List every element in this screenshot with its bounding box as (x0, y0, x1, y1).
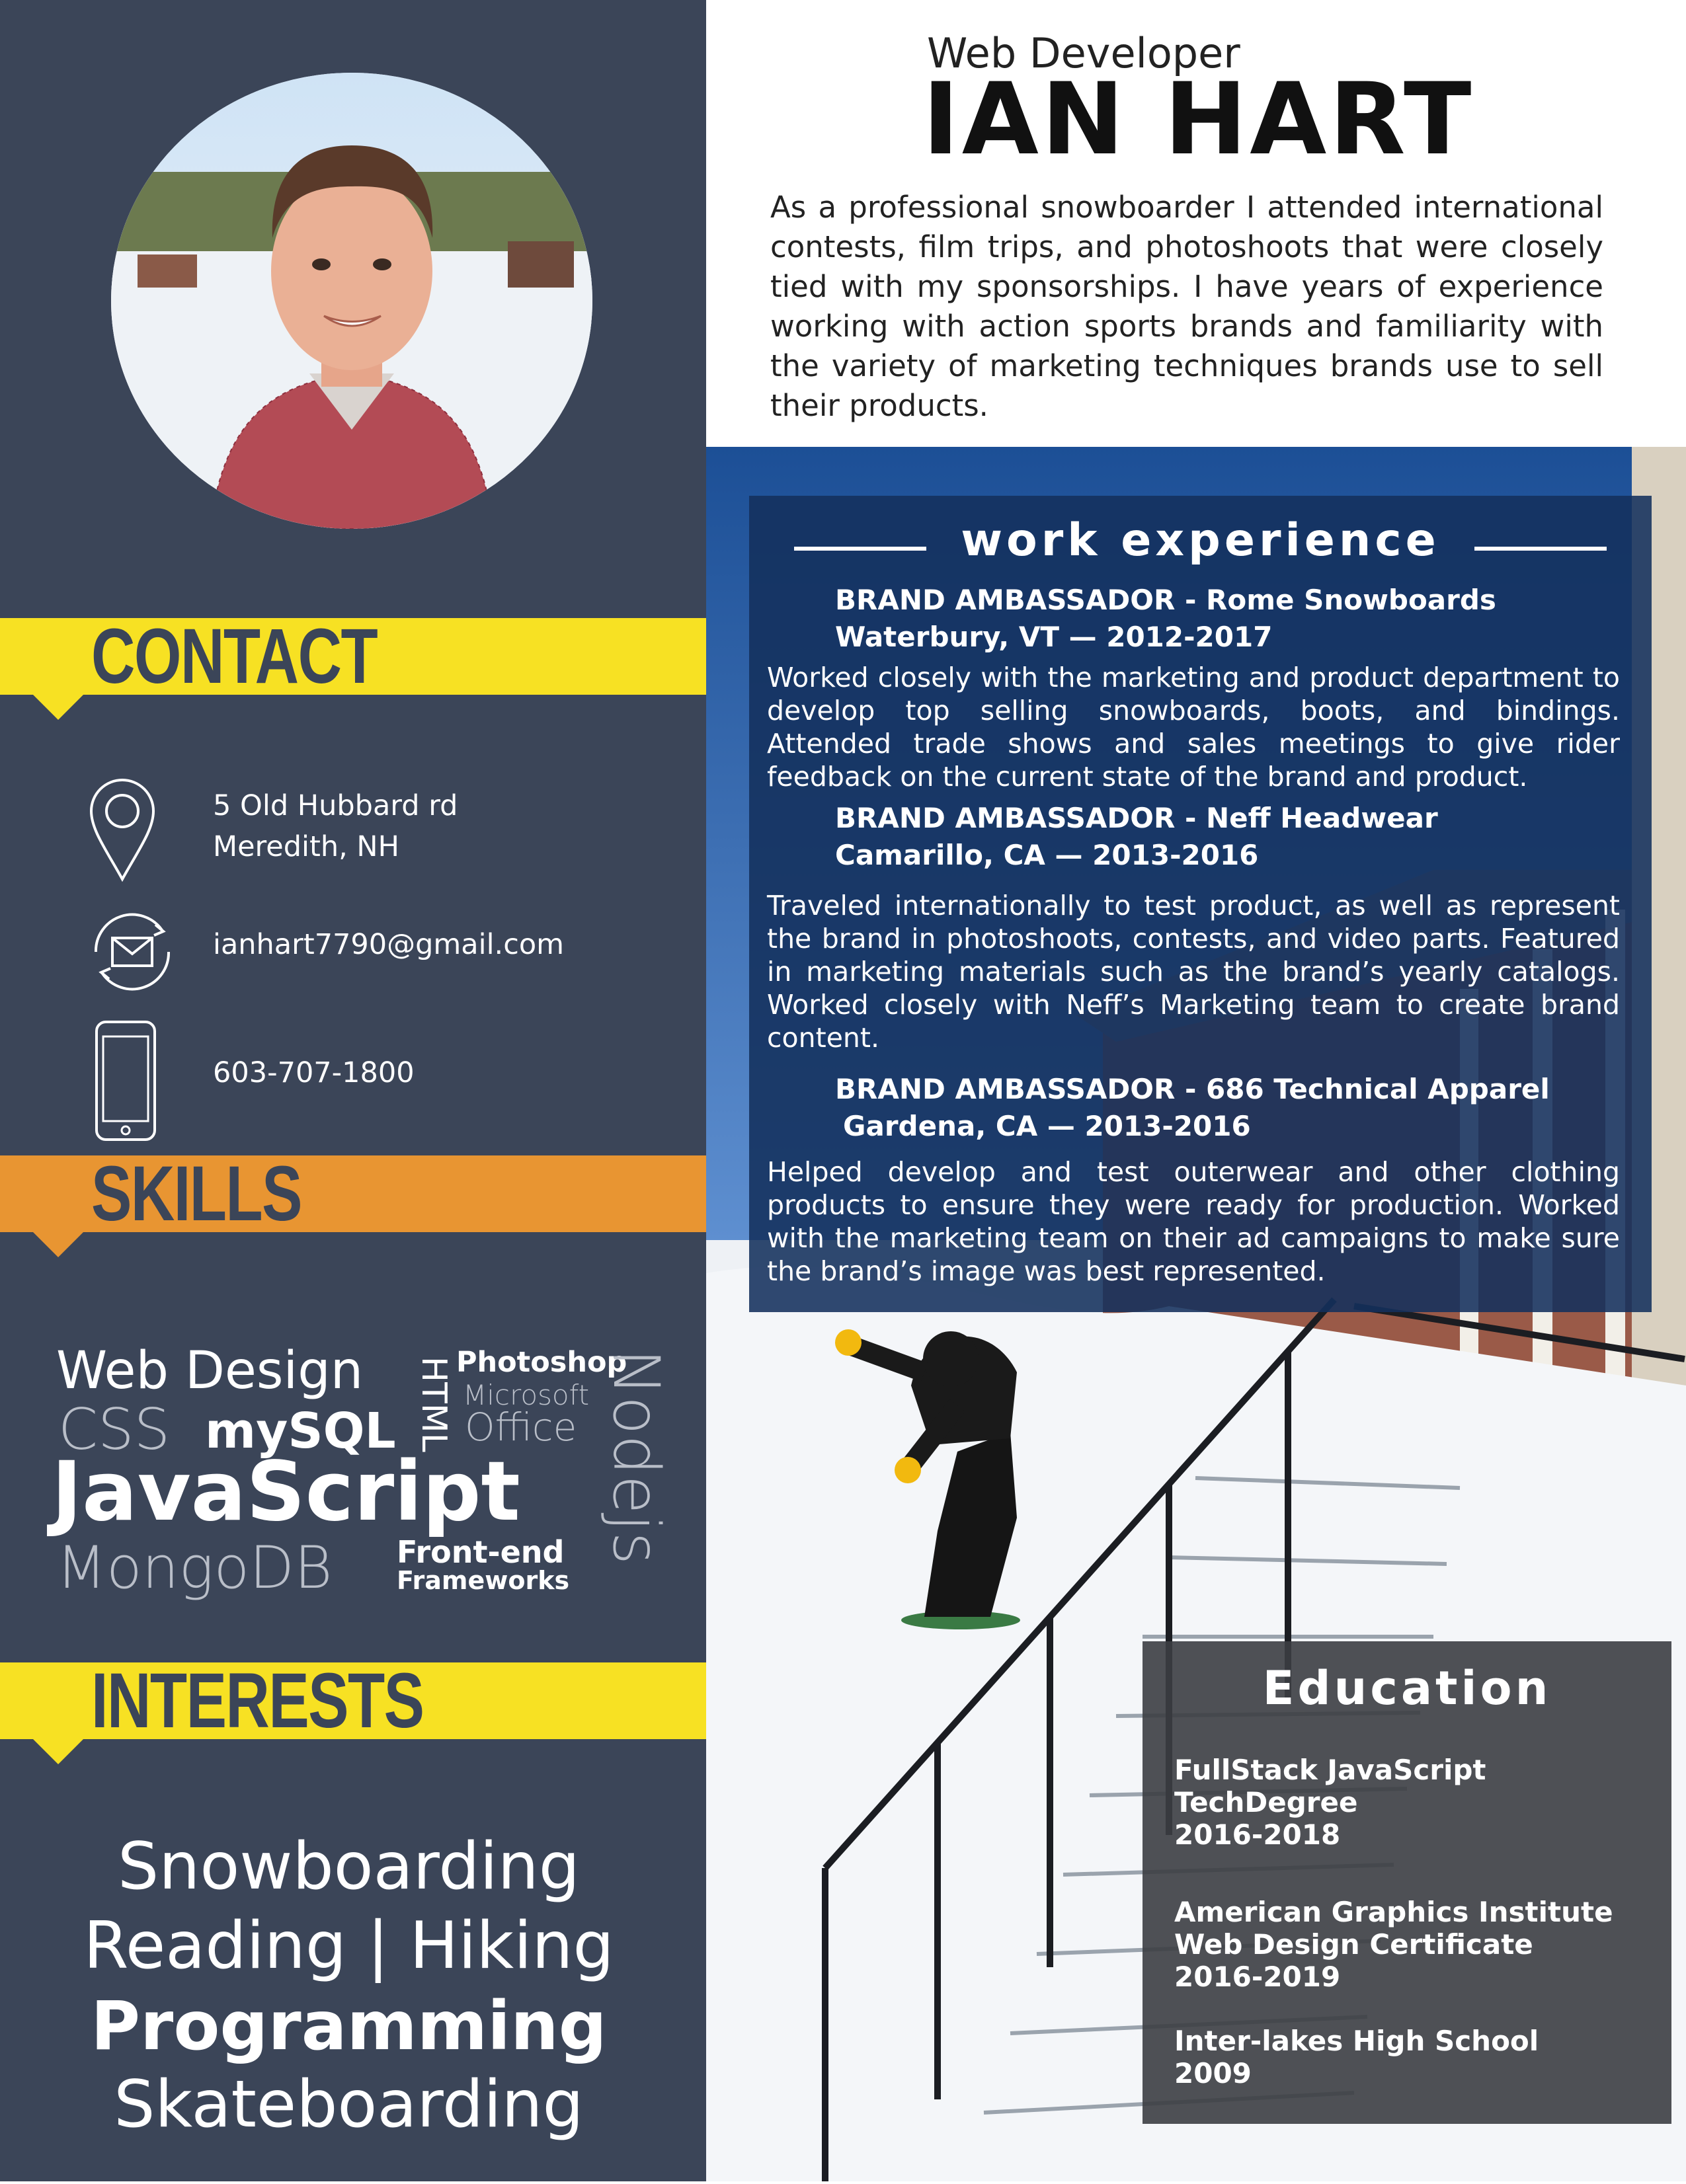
skill-office: Office (465, 1405, 577, 1450)
contact-section-banner: CONTACT (0, 613, 711, 720)
education-heading: Education (1262, 1661, 1552, 1715)
skill-mongodb: MongoDB (56, 1534, 333, 1602)
education-2-line-2: Web Design Certificate (1174, 1928, 1533, 1961)
job-1-title: BRAND AMBASSADOR - Rome Snowboards (835, 584, 1496, 616)
skill-frontend-line-1: Front-end (397, 1534, 565, 1570)
skill-web-design: Web Design (56, 1341, 364, 1401)
education-1-line-3: 2016-2018 (1174, 1818, 1341, 1851)
education-item-1: FullStack JavaScript TechDegree 2016-201… (1174, 1754, 1486, 1851)
education-item-2: American Graphics Institute Web Design C… (1174, 1896, 1613, 1993)
banner-notch (33, 1232, 83, 1257)
profile-photo (111, 73, 592, 529)
education-item-3: Inter-lakes High School 2009 (1174, 2025, 1539, 2089)
interests-section-banner: INTERESTS (0, 1657, 711, 1764)
profile-summary: As a professional snowboarder I attended… (770, 190, 1603, 423)
job-2-title: BRAND AMBASSADOR - Neff Headwear (835, 802, 1438, 834)
work-experience-box: work experience BRAND AMBASSADOR - Rome … (749, 496, 1652, 1312)
address: 5 Old Hubbard rd Meredith, NH (213, 785, 458, 867)
interest-snowboarding: Snowboarding (118, 1829, 580, 1904)
skill-nodejs-wrapper: Nodejs (598, 1348, 673, 1613)
skill-frontend-line-2: Frameworks (397, 1566, 570, 1595)
address-line-1: 5 Old Hubbard rd (213, 789, 458, 822)
skills-section-banner: SKILLS (0, 1150, 711, 1257)
education-box: Education FullStack JavaScript TechDegre… (1143, 1641, 1671, 2124)
skill-html: HTML (414, 1356, 454, 1452)
work-experience-heading: work experience (961, 514, 1440, 566)
email-link[interactable]: ianhart7790@gmail.com (213, 924, 564, 965)
job-2-location: Camarillo, CA — 2013-2016 (835, 839, 1259, 871)
job-2-description: Traveled internationally to test product… (767, 890, 1620, 1054)
phone-link[interactable]: 603-707-1800 (213, 1052, 415, 1093)
interests-heading: INTERESTS (91, 1657, 424, 1744)
heading-dash-right (1474, 547, 1607, 551)
education-3-line-2: 2009 (1174, 2057, 1252, 2089)
job-1-description: Worked closely with the marketing and pr… (767, 662, 1620, 793)
banner-notch (33, 1739, 83, 1764)
job-3-location: Gardena, CA — 2013-2016 (843, 1110, 1251, 1142)
job-3-title: BRAND AMBASSADOR - 686 Technical Apparel (835, 1073, 1550, 1105)
smartphone-icon (93, 1018, 159, 1146)
address-line-2: Meredith, NH (213, 830, 399, 863)
education-1-line-2: TechDegree (1174, 1786, 1358, 1818)
skill-nodejs: Nodejs (599, 1348, 673, 1565)
education-2-line-1: American Graphics Institute (1174, 1896, 1613, 1928)
job-1-location: Waterbury, VT — 2012-2017 (835, 621, 1273, 653)
contact-heading: CONTACT (91, 613, 378, 700)
education-2-line-3: 2016-2019 (1174, 1961, 1341, 1993)
envelope-icon (83, 909, 182, 997)
map-pin-icon (86, 777, 159, 885)
interest-reading-hiking: Reading | Hiking (83, 1908, 614, 1984)
job-3-description: Helped develop and test outerwear and ot… (767, 1156, 1620, 1287)
skill-javascript: JavaScript (52, 1444, 520, 1540)
banner-notch (33, 695, 83, 720)
skills-heading: SKILLS (91, 1150, 302, 1237)
education-3-line-1: Inter-lakes High School (1174, 2025, 1539, 2057)
full-name: IAN HART (922, 62, 1474, 177)
interest-programming: Programming (91, 1987, 607, 2066)
interest-skateboarding: Skateboarding (114, 2067, 584, 2142)
education-1-line-1: FullStack JavaScript (1174, 1754, 1486, 1786)
